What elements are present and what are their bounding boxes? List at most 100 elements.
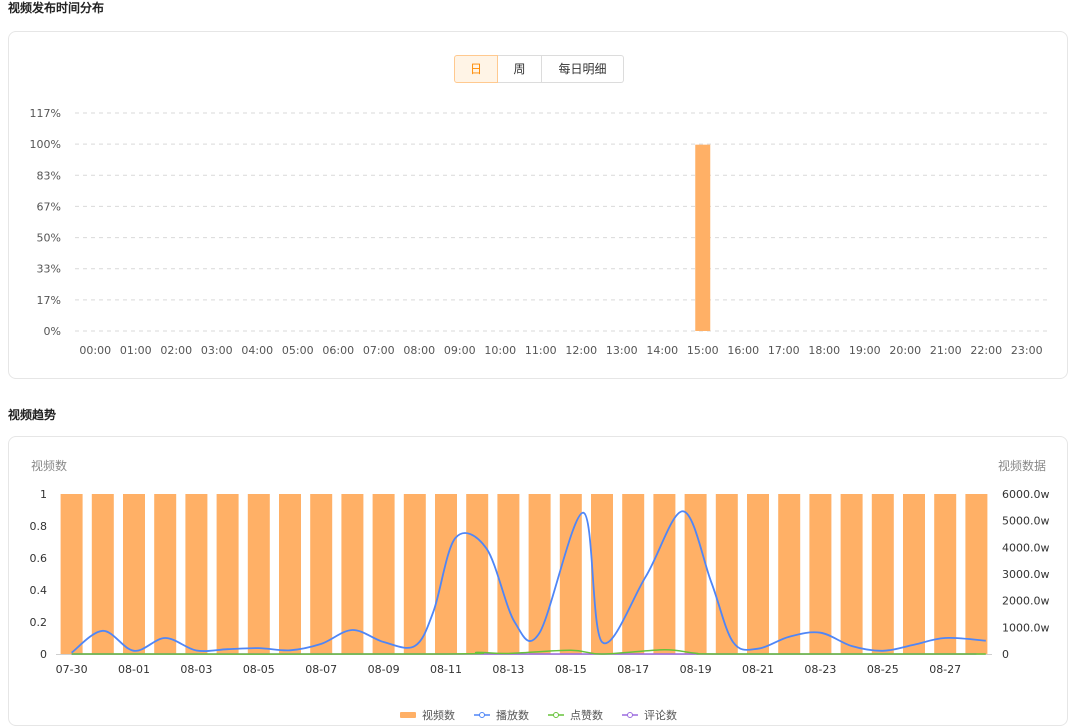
y-tick-label: 117% <box>30 107 61 120</box>
right-y-tick-label: 5000.0w <box>1002 515 1050 528</box>
bar <box>279 494 301 654</box>
legend-label-comments: 评论数 <box>644 709 677 722</box>
y-tick-label: 50% <box>37 232 61 245</box>
bar <box>934 494 957 654</box>
right-y-tick-label: 4000.0w <box>1002 541 1050 554</box>
period-tab-group: 日 周 每日明细 <box>454 55 624 83</box>
bar <box>840 494 863 654</box>
x-tick-label: 22:00 <box>970 344 1002 357</box>
x-tick-label: 08-05 <box>243 663 275 676</box>
video-trend-chart: 视频数 视频数据 0 0.2 0.4 0.6 0.8 1 0 1000.0w 2000.0w 3000… <box>30 458 1050 676</box>
x-tick-label: 06:00 <box>322 344 354 357</box>
trend-legend: 视频数 播放数 点赞数 评论数 <box>9 707 1067 723</box>
right-y-tick-label: 2000.0w <box>1002 595 1050 608</box>
right-axis-title: 视频数据 <box>998 458 1046 473</box>
bar <box>154 494 177 654</box>
x-tick-label: 05:00 <box>282 344 314 357</box>
x-tick-label: 08-21 <box>742 663 774 676</box>
bar <box>528 494 551 654</box>
bar <box>466 494 489 654</box>
x-tick-label: 08-19 <box>680 663 712 676</box>
x-tick-label: 19:00 <box>849 344 881 357</box>
x-tick-label: 08-11 <box>430 663 462 676</box>
x-tick-label: 11:00 <box>525 344 557 357</box>
x-tick-label: 08-17 <box>617 663 649 676</box>
x-tick-label: 08:00 <box>403 344 435 357</box>
bar <box>809 494 832 654</box>
x-tick-label: 08-13 <box>492 663 524 676</box>
tab-daily-detail[interactable]: 每日明细 <box>542 55 624 83</box>
x-tick-label: 13:00 <box>606 344 638 357</box>
x-tick-label: 08-09 <box>368 663 400 676</box>
bar-swatch-icon <box>400 712 416 718</box>
trend-card: 视频数 视频数据 0 0.2 0.4 0.6 0.8 1 0 1000.0w 2000.0w 3000… <box>8 436 1068 726</box>
bar <box>247 494 270 654</box>
bar <box>185 494 208 654</box>
legend-label-plays: 播放数 <box>496 709 529 722</box>
right-y-tick-label: 0 <box>1002 648 1009 661</box>
left-y-tick-label: 0.4 <box>30 584 48 597</box>
line-swatch-icon <box>622 712 638 718</box>
x-tick-label: 08-01 <box>118 663 150 676</box>
x-tick-label: 14:00 <box>646 344 678 357</box>
bar <box>435 494 457 654</box>
y-tick-label: 67% <box>37 200 61 213</box>
bar <box>216 494 239 654</box>
bar <box>653 494 676 654</box>
x-tick-label: 03:00 <box>201 344 233 357</box>
line-swatch-icon <box>548 712 564 718</box>
distribution-section-title: 视频发布时间分布 <box>8 1 105 15</box>
x-tick-label: 12:00 <box>565 344 597 357</box>
x-tick-label: 21:00 <box>930 344 962 357</box>
distribution-card: 日 周 每日明细 0% 17% 33% 50% 67% 83% 100% 117% 00:00 0… <box>8 31 1068 379</box>
left-axis-title: 视频数 <box>31 458 67 473</box>
x-tick-label: 07:00 <box>363 344 395 357</box>
x-tick-label: 09:00 <box>444 344 476 357</box>
bar <box>123 494 145 654</box>
y-tick-label: 17% <box>37 294 61 307</box>
bar <box>60 494 83 654</box>
left-y-tick-label: 0.6 <box>30 552 48 565</box>
bar <box>695 144 711 331</box>
legend-label-likes: 点赞数 <box>570 709 603 722</box>
x-tick-label: 04:00 <box>241 344 273 357</box>
x-tick-label: 15:00 <box>687 344 719 357</box>
tab-day[interactable]: 日 <box>454 55 498 83</box>
y-tick-label: 100% <box>30 138 61 151</box>
x-tick-label: 08-25 <box>867 663 899 676</box>
bar <box>684 494 707 654</box>
publish-time-distribution-chart: 0% 17% 33% 50% 67% 83% 100% 117% 00:00 01:00 02:00… <box>30 107 1047 357</box>
x-tick-label: 20:00 <box>889 344 921 357</box>
bar <box>591 494 613 654</box>
left-y-tick-label: 0 <box>40 648 47 661</box>
legend-item-comments[interactable]: 评论数 <box>621 707 677 723</box>
legend-item-plays[interactable]: 播放数 <box>473 707 529 723</box>
bar <box>965 494 988 654</box>
right-y-tick-label: 6000.0w <box>1002 488 1050 501</box>
x-tick-label: 08-03 <box>180 663 212 676</box>
bar <box>403 494 426 654</box>
y-tick-label: 0% <box>44 325 61 338</box>
x-tick-label: 01:00 <box>120 344 152 357</box>
right-y-tick-label: 3000.0w <box>1002 568 1050 581</box>
left-y-tick-label: 0.2 <box>30 616 48 629</box>
x-tick-label: 07-30 <box>56 663 88 676</box>
x-tick-label: 02:00 <box>160 344 192 357</box>
x-tick-label: 08-15 <box>555 663 587 676</box>
bar <box>778 494 801 654</box>
tab-week[interactable]: 周 <box>498 55 542 83</box>
left-y-tick-label: 0.8 <box>30 520 48 533</box>
y-tick-label: 83% <box>37 169 61 182</box>
legend-item-videos[interactable]: 视频数 <box>399 707 455 723</box>
bar <box>871 494 894 654</box>
bar <box>622 494 645 654</box>
y-tick-label: 33% <box>37 263 61 276</box>
line-swatch-icon <box>474 712 490 718</box>
x-tick-label: 10:00 <box>484 344 516 357</box>
bar <box>372 494 395 654</box>
legend-label-videos: 视频数 <box>422 709 455 722</box>
bar <box>903 494 925 654</box>
x-tick-label: 17:00 <box>768 344 800 357</box>
legend-item-likes[interactable]: 点赞数 <box>547 707 603 723</box>
right-y-tick-label: 1000.0w <box>1002 621 1050 634</box>
